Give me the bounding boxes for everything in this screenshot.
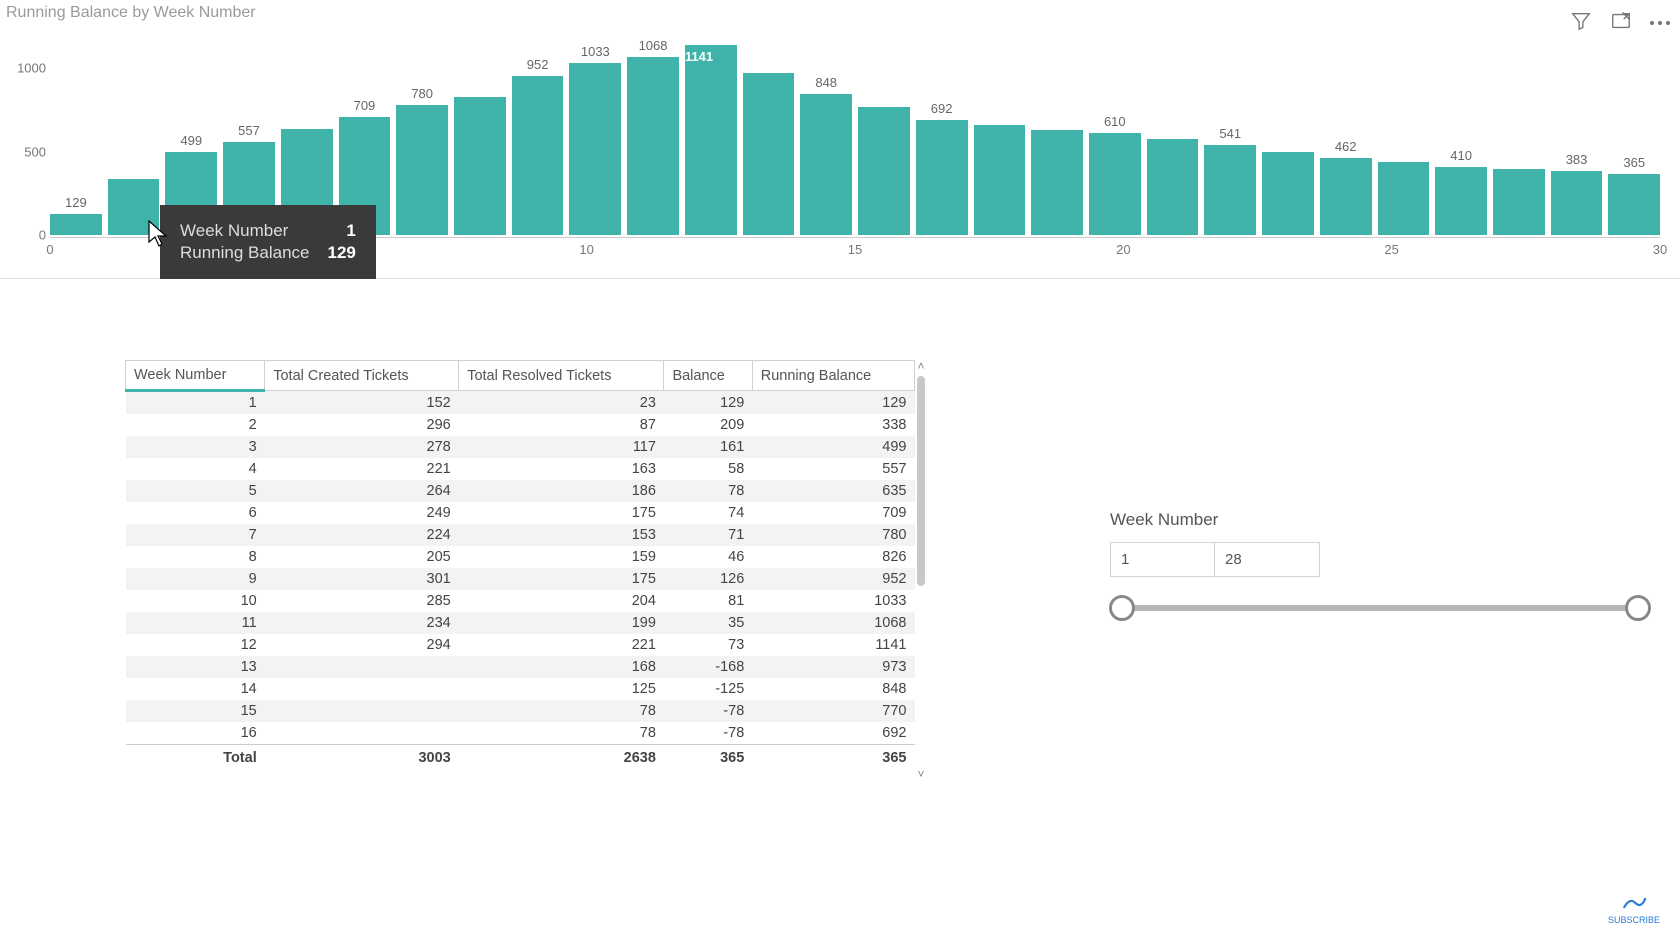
table-row[interactable]: 13168-168973 (126, 656, 915, 678)
table-row[interactable]: 3278117161499 (126, 436, 915, 458)
slicer-from-input[interactable] (1110, 542, 1215, 577)
table-row[interactable]: 422116358557 (126, 458, 915, 480)
bar-week-24[interactable] (1378, 162, 1430, 235)
bar-week-27[interactable]: 383 (1551, 152, 1603, 235)
table-row[interactable]: 12294221731141 (126, 634, 915, 656)
x-axis-tick: 10 (579, 242, 593, 257)
bar-week-13[interactable] (743, 73, 795, 235)
bar-week-21[interactable]: 541 (1204, 126, 1256, 235)
bar-week-11[interactable]: 1068 (627, 38, 679, 235)
week-number-slicer[interactable]: Week Number (1110, 510, 1650, 611)
bar-week-7[interactable]: 780 (396, 86, 448, 235)
bar-week-18[interactable] (1031, 130, 1083, 235)
table-row[interactable]: 10285204811033 (126, 590, 915, 612)
y-axis-tick: 0 (4, 228, 46, 243)
table-row[interactable]: 9301175126952 (126, 568, 915, 590)
table-scrollbar[interactable]: ˄ ˅ (915, 360, 927, 780)
table-total-label: Total (126, 745, 265, 772)
bar-week-25[interactable]: 410 (1435, 148, 1487, 235)
table-row[interactable]: 14125-125848 (126, 678, 915, 700)
bar-week-23[interactable]: 462 (1320, 139, 1372, 235)
scroll-down-icon[interactable]: ˅ (917, 768, 924, 780)
bar-week-26[interactable] (1493, 169, 1545, 235)
slicer-handle-max[interactable] (1625, 595, 1651, 621)
chart-tooltip: Week Number1Running Balance129 (160, 205, 376, 279)
bar-week-12[interactable]: 1141 (685, 45, 737, 235)
column-header[interactable]: Week Number (126, 361, 265, 391)
y-axis-tick: 1000 (4, 61, 46, 76)
bar-week-9[interactable]: 952 (512, 57, 564, 235)
table-row[interactable]: 526418678635 (126, 480, 915, 502)
table-row[interactable]: 1578-78770 (126, 700, 915, 722)
slicer-slider-track[interactable] (1122, 605, 1638, 611)
subscribe-badge[interactable]: SUBSCRIBE (1608, 893, 1660, 925)
table-row[interactable]: 1678-78692 (126, 722, 915, 745)
bar-week-1[interactable]: 129 (50, 195, 102, 236)
bar-week-10[interactable]: 1033 (569, 44, 621, 235)
x-axis-tick: 20 (1116, 242, 1130, 257)
bar-week-20[interactable] (1147, 139, 1199, 235)
bar-week-28[interactable]: 365 (1608, 155, 1660, 235)
column-header[interactable]: Total Created Tickets (265, 361, 459, 391)
slicer-title: Week Number (1110, 510, 1650, 530)
bar-week-8[interactable] (454, 97, 506, 235)
table-row[interactable]: 115223129129 (126, 391, 915, 415)
mouse-cursor-icon (148, 220, 168, 248)
bar-week-22[interactable] (1262, 152, 1314, 235)
y-axis-tick: 500 (4, 144, 46, 159)
bar-week-15[interactable] (858, 107, 910, 235)
column-header[interactable]: Running Balance (752, 361, 914, 391)
bar-week-14[interactable]: 848 (800, 75, 852, 235)
chart-title: Running Balance by Week Number (0, 0, 1680, 22)
x-axis-tick: 30 (1653, 242, 1667, 257)
bar-week-19[interactable]: 610 (1089, 114, 1141, 235)
table-row[interactable]: 722415371780 (126, 524, 915, 546)
x-axis-tick: 15 (848, 242, 862, 257)
table-row[interactable]: 624917574709 (126, 502, 915, 524)
slicer-handle-min[interactable] (1109, 595, 1135, 621)
table-row[interactable]: 820515946826 (126, 546, 915, 568)
scroll-thumb[interactable] (917, 376, 925, 586)
scroll-up-icon[interactable]: ˄ (917, 360, 924, 372)
column-header[interactable]: Balance (664, 361, 752, 391)
x-axis-tick: 0 (46, 242, 53, 257)
table-row[interactable]: 229687209338 (126, 414, 915, 436)
slicer-to-input[interactable] (1215, 542, 1320, 577)
bar-week-17[interactable] (974, 125, 1026, 235)
tickets-table[interactable]: Week NumberTotal Created TicketsTotal Re… (125, 360, 915, 800)
table-row[interactable]: 11234199351068 (126, 612, 915, 634)
x-axis-tick: 25 (1384, 242, 1398, 257)
bar-week-16[interactable]: 692 (916, 101, 968, 235)
column-header[interactable]: Total Resolved Tickets (459, 361, 664, 391)
